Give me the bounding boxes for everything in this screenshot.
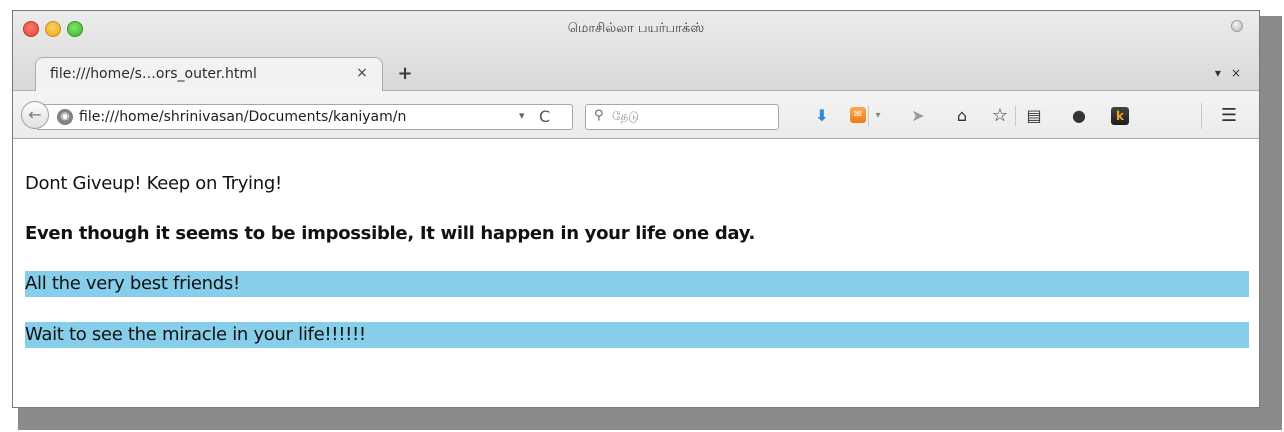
reload-icon[interactable]: C (539, 107, 550, 126)
tab-strip-controls: ▾× (1215, 66, 1251, 80)
window-corner-icon (1231, 20, 1243, 32)
navigation-toolbar: ◉ file:///home/shrinivasan/Documents/kan… (13, 91, 1259, 139)
paragraph-line-2-bold: Even though it seems to be impossible, I… (25, 223, 756, 244)
share-icon[interactable]: ➤ (909, 106, 927, 126)
url-bar[interactable]: ◉ file:///home/shrinivasan/Documents/kan… (37, 104, 573, 130)
search-icon: ⚲ (594, 108, 604, 123)
title-bar: மொசில்லா பயர்பாக்ஸ் (13, 11, 1259, 49)
tab-close-icon[interactable]: × (354, 65, 370, 81)
tab-strip: file:///home/s…ors_outer.html × + ▾× (13, 49, 1259, 91)
tab-active[interactable]: file:///home/s…ors_outer.html × (35, 57, 383, 91)
page-content: Dont Giveup! Keep on Trying! Even though… (13, 139, 1259, 407)
back-arrow-icon: ← (28, 105, 42, 124)
url-history-dropdown-icon[interactable]: ▾ (519, 109, 525, 122)
browser-window: மொசில்லா பயர்பாக்ஸ் file:///home/s…ors_o… (12, 10, 1260, 408)
tab-strip-close-icon[interactable]: × (1231, 66, 1251, 80)
tab-list-icon[interactable]: ▾ (1215, 66, 1231, 80)
site-identity-icon[interactable]: ◉ (57, 109, 73, 125)
rss-icon[interactable]: ✉ (850, 107, 866, 123)
url-text[interactable]: file:///home/shrinivasan/Documents/kaniy… (79, 109, 509, 125)
bookmark-star-icon[interactable]: ☆ (991, 106, 1009, 126)
tab-label: file:///home/s…ors_outer.html (50, 66, 257, 82)
highlighted-line-3: All the very best friends! (25, 271, 1249, 297)
highlighted-line-4: Wait to see the miracle in your life!!!!… (25, 322, 1249, 348)
search-input[interactable]: ⚲ தேடு (585, 104, 779, 130)
rss-dropdown-icon[interactable]: ▾ (873, 106, 883, 126)
toolbar-divider (1201, 103, 1202, 129)
paragraph-line-1: Dont Giveup! Keep on Trying! (25, 173, 282, 194)
back-button[interactable]: ← (21, 101, 49, 129)
home-icon[interactable]: ⌂ (953, 106, 971, 126)
k-addon-icon[interactable]: k (1111, 107, 1129, 125)
window-title: மொசில்லா பயர்பாக்ஸ் (567, 21, 705, 36)
toolbar-divider (868, 106, 869, 126)
reader-icon[interactable]: ▤ (1025, 106, 1043, 126)
chat-icon[interactable]: ● (1069, 106, 1089, 126)
download-icon[interactable]: ⬇ (813, 106, 831, 126)
new-tab-button[interactable]: + (396, 63, 414, 84)
menu-icon[interactable]: ☰ (1217, 106, 1241, 126)
search-placeholder: தேடு (612, 109, 640, 123)
toolbar-divider (1015, 106, 1016, 126)
